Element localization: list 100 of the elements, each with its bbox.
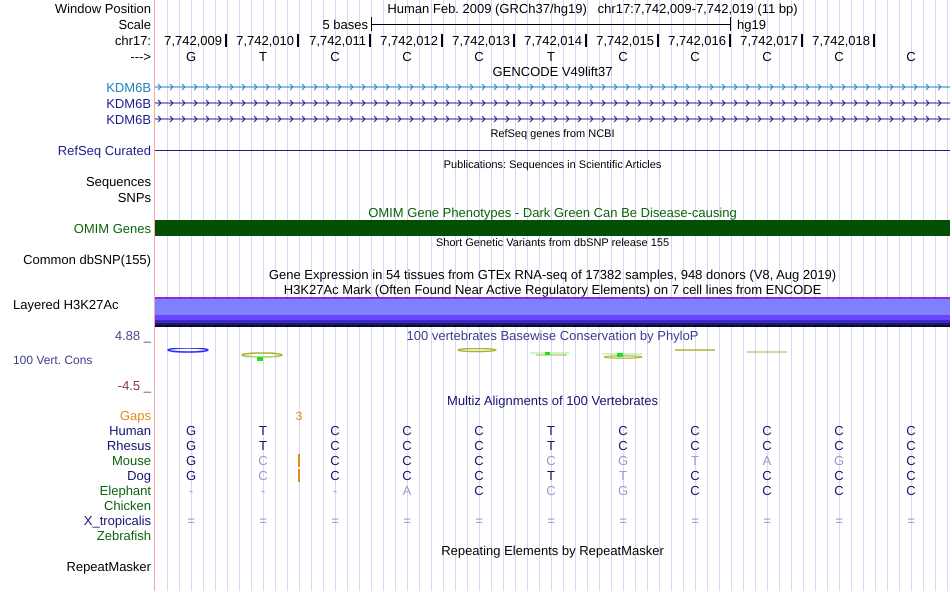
alignment-base: C — [690, 439, 700, 452]
track-title: Short Genetic Variants from dbSNP release 155 — [436, 238, 670, 249]
track-label: Rhesus — [106, 439, 151, 452]
alignment-base: T — [547, 439, 555, 452]
alignment-base: = — [835, 514, 843, 527]
alignment-base: G — [618, 484, 628, 497]
alignment-base: = — [547, 514, 555, 527]
base-letter: C — [762, 50, 772, 62]
alignment-base: T — [619, 469, 627, 482]
track-label: Gaps — [120, 409, 151, 422]
alignment-base: C — [762, 484, 772, 497]
track-label: RefSeq Curated — [58, 144, 151, 156]
alignment-base: - — [188, 484, 194, 497]
track-title: 100 vertebrates Basewise Conservation by PhyloP — [406, 328, 698, 342]
alignment-base: C — [330, 439, 340, 452]
track-label: KDM6B — [106, 112, 151, 126]
base-letter: C — [402, 50, 412, 62]
track-title: Publications: Sequences in Scientific Articles — [444, 160, 662, 171]
position-title: Human Feb. 2009 (GRCh37/hg19) chr17:7,742,009-7,742,019 (11 bp) — [387, 2, 798, 14]
track-label: Elephant — [100, 484, 151, 497]
track-title: Gene Expression in 54 tissues from GTEx RNA-seq of 17382 samples, 948 donors (V8, Aug 2019) — [268, 268, 836, 281]
base-letter: T — [259, 50, 267, 62]
alignment-base: C — [690, 484, 700, 497]
track-label: 100 Vert. Cons — [13, 354, 92, 366]
position-label: 7,742,010 — [236, 34, 299, 46]
base-letter: C — [906, 50, 916, 62]
alignment-base: T — [547, 424, 555, 437]
track-label: Scale — [118, 18, 151, 30]
position-label: 7,742,017 — [740, 34, 803, 46]
base-letter: C — [834, 50, 844, 62]
track-label: Mouse — [112, 454, 151, 467]
axis-min-label: -4.5 _ — [118, 378, 151, 392]
alignment-base: C — [474, 454, 484, 467]
alignment-base: G — [186, 424, 196, 437]
position-label: 7,742,014 — [524, 34, 587, 46]
track-label: RepeatMasker — [66, 560, 151, 572]
alignment-base: C — [402, 424, 412, 437]
track-label: Zebrafish — [96, 529, 151, 542]
alignment-base: = — [691, 514, 699, 527]
track-label: chr17: — [114, 34, 151, 46]
alignment-base: A — [762, 454, 772, 467]
alignment-base: T — [259, 424, 267, 437]
alignment-base: C — [906, 484, 916, 497]
alignment-base: C — [762, 424, 772, 437]
track-label: KDM6B — [106, 80, 151, 94]
alignment-base: = — [619, 514, 627, 527]
alignment-base: G — [186, 469, 196, 482]
alignment-base: C — [906, 424, 916, 437]
alignment-base: = — [331, 514, 339, 527]
scale-text: 5 bases — [322, 18, 368, 30]
alignment-base: C — [546, 484, 556, 497]
alignment-base: G — [186, 439, 196, 452]
track-label: X_tropicalis — [84, 514, 151, 527]
alignment-base: C — [834, 469, 844, 482]
alignment-base: C — [258, 469, 268, 482]
base-letter: G — [186, 50, 196, 62]
alignment-base: C — [330, 454, 340, 467]
track-label: Layered H3K27Ac — [13, 298, 119, 311]
track-title: Repeating Elements by RepeatMasker — [441, 544, 664, 557]
alignment-base: T — [547, 469, 555, 482]
alignment-base: C — [402, 469, 412, 482]
track-title: H3K27Ac Mark (Often Found Near Active Regulatory Elements) on 7 cell lines from ENCODE — [284, 283, 822, 296]
base-letter: C — [330, 50, 340, 62]
alignment-base: C — [690, 424, 700, 437]
alignment-base: C — [762, 469, 772, 482]
alignment-base: = — [907, 514, 915, 527]
position-label: 7,742,012 — [380, 34, 443, 46]
alignment-base: C — [834, 424, 844, 437]
alignment-base: C — [330, 424, 340, 437]
alignment-base: C — [906, 439, 916, 452]
position-label: 7,742,015 — [596, 34, 659, 46]
position-label: 7,742,018 — [812, 34, 875, 46]
alignment-base: C — [474, 439, 484, 452]
track-label: Common dbSNP(155) — [23, 252, 151, 266]
alignment-base: G — [186, 454, 196, 467]
base-letter: C — [618, 50, 628, 62]
track-label: Chicken — [104, 499, 151, 512]
alignment-base: G — [618, 454, 628, 467]
track-label: Sequences — [86, 174, 151, 188]
alignment-base: C — [474, 469, 484, 482]
gap-count: 3 — [294, 410, 304, 422]
base-letter: C — [690, 50, 700, 62]
alignment-base: C — [834, 439, 844, 452]
position-label: 7,742,009 — [164, 34, 227, 46]
track-label: OMIM Genes — [74, 222, 151, 234]
alignment-base: T — [691, 454, 699, 467]
alignment-base: T — [259, 439, 267, 452]
position-label: 7,742,011 — [309, 34, 371, 46]
base-letter: T — [547, 50, 555, 62]
assembly-label: hg19 — [736, 18, 766, 30]
alignment-base: C — [402, 439, 412, 452]
position-label: 7,742,016 — [668, 34, 731, 46]
track-title: OMIM Gene Phenotypes - Dark Green Can Be Disease-causing — [368, 206, 737, 219]
alignment-base: C — [762, 439, 772, 452]
alignment-base: C — [546, 454, 556, 467]
alignment-base: - — [332, 484, 338, 497]
alignment-base: = — [403, 514, 411, 527]
track-label: Dog — [127, 469, 151, 482]
alignment-base: C — [258, 454, 268, 467]
alignment-base: = — [475, 514, 483, 527]
